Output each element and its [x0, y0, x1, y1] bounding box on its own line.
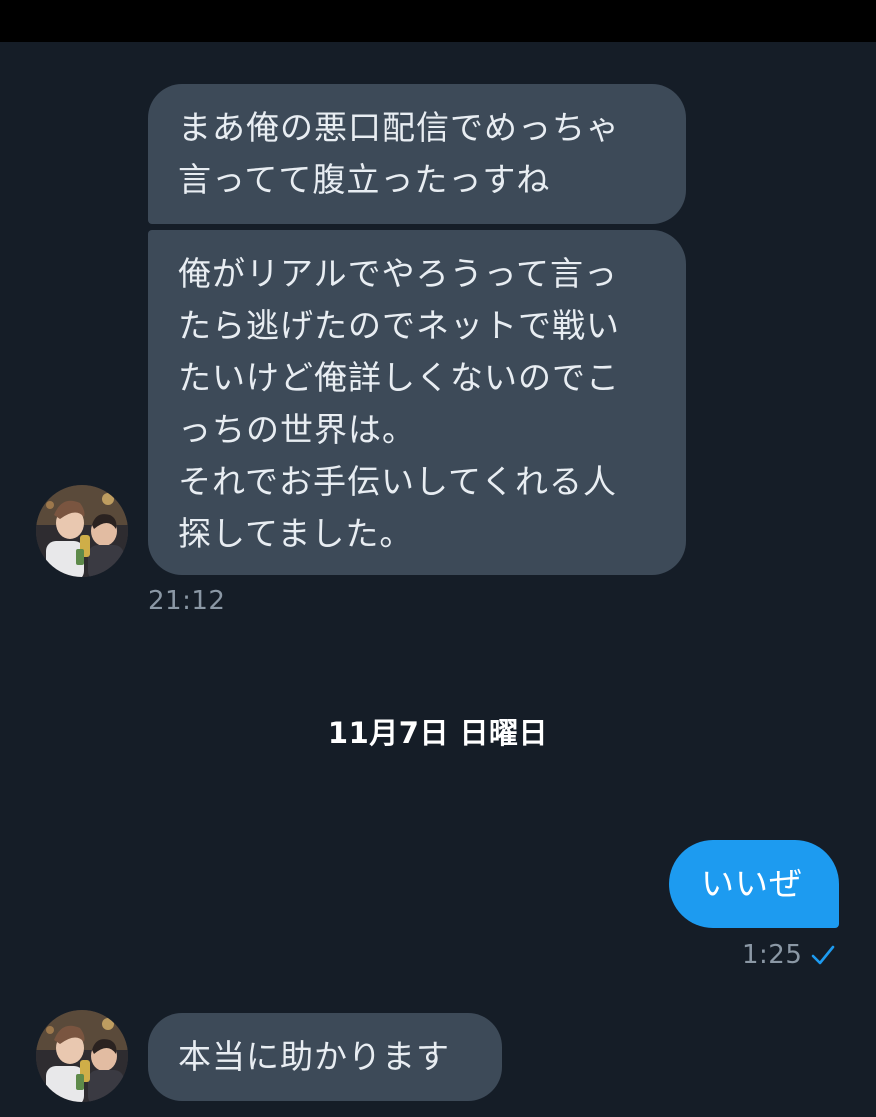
avatar[interactable] — [36, 485, 128, 577]
date-separator: 11月7日 日曜日 — [327, 716, 549, 750]
message-timestamp-row: 1:25 — [742, 940, 836, 973]
dm-conversation-screen: まあ俺の悪口配信でめっちゃ 言ってて腹立ったっすね 俺がリアルでやろうって言っ … — [0, 0, 876, 1117]
avatar[interactable] — [36, 1010, 128, 1102]
message-bubble-incoming[interactable]: 本当に助かります — [148, 1013, 502, 1101]
message-bubble-incoming[interactable]: 俺がリアルでやろうって言っ たら逃げたのでネットで戦い たいけど俺詳しくないので… — [148, 230, 686, 575]
checkmark-icon — [810, 943, 836, 973]
status-bar — [0, 0, 876, 42]
message-timestamp: 1:25 — [742, 940, 803, 970]
message-bubble-incoming[interactable]: まあ俺の悪口配信でめっちゃ 言ってて腹立ったっすね — [148, 84, 686, 224]
message-bubble-outgoing[interactable]: いいぜ — [669, 840, 839, 928]
message-timestamp: 21:12 — [148, 586, 226, 616]
